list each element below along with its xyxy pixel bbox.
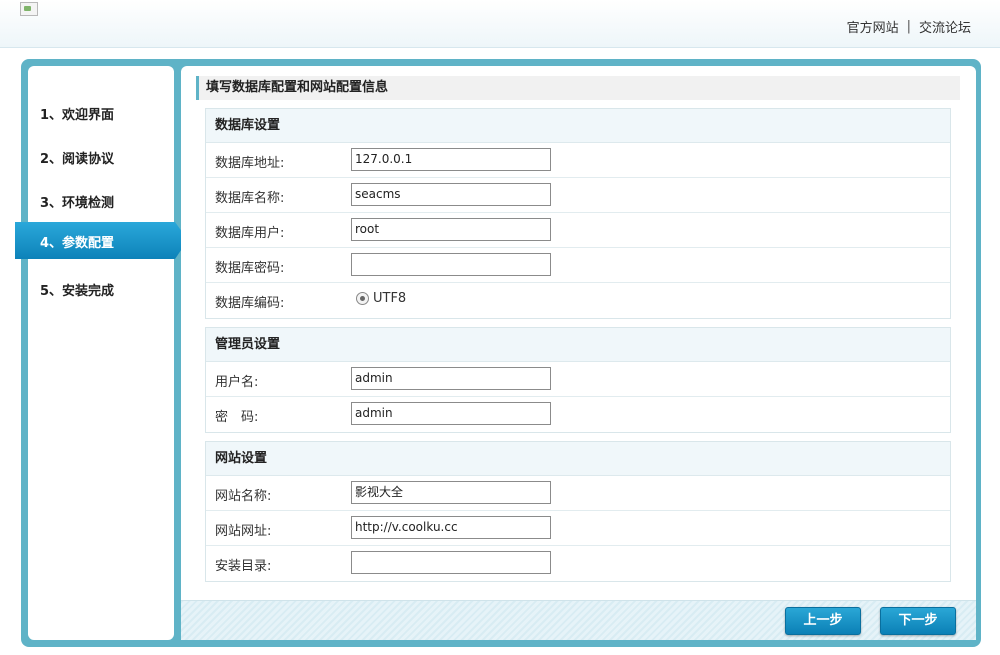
db-host-label: 数据库地址: <box>215 156 285 171</box>
step-complete: 5、安装完成 <box>40 284 115 299</box>
database-section: 数据库设置 数据库地址: 127.0.0.1 数据库名称: seacms 数据库… <box>205 108 951 319</box>
admin-section: 管理员设置 用户名: admin 密 码: admin <box>205 327 951 433</box>
site-section: 网站设置 网站名称: 影视大全 网站网址: http://v.coolku.cc… <box>205 441 951 582</box>
db-name-row: 数据库名称: seacms <box>206 178 950 213</box>
site-name-label: 网站名称: <box>215 489 272 504</box>
utf8-radio[interactable] <box>356 292 369 305</box>
step-agreement: 2、阅读协议 <box>40 152 115 167</box>
admin-username-input[interactable]: admin <box>351 367 551 390</box>
db-host-input[interactable]: 127.0.0.1 <box>351 148 551 171</box>
step-environment-check: 3、环境检测 <box>40 196 115 211</box>
db-host-row: 数据库地址: 127.0.0.1 <box>206 143 950 178</box>
install-dir-row: 安装目录: <box>206 546 950 581</box>
admin-username-label: 用户名: <box>215 375 259 390</box>
database-heading: 数据库设置 <box>206 109 950 143</box>
db-name-input[interactable]: seacms <box>351 183 551 206</box>
top-links: 官方网站 | 交流论坛 <box>847 17 971 36</box>
db-user-label: 数据库用户: <box>215 226 285 241</box>
db-user-row: 数据库用户: root <box>206 213 950 248</box>
site-url-input[interactable]: http://v.coolku.cc <box>351 516 551 539</box>
admin-password-row: 密 码: admin <box>206 397 950 432</box>
db-charset-label: 数据库编码: <box>215 296 285 311</box>
site-name-row: 网站名称: 影视大全 <box>206 476 950 511</box>
page-title: 填写数据库配置和网站配置信息 <box>196 76 960 100</box>
db-password-row: 数据库密码: <box>206 248 950 283</box>
site-heading: 网站设置 <box>206 442 950 476</box>
db-password-input[interactable] <box>351 253 551 276</box>
db-charset-row: 数据库编码: UTF8 <box>206 283 950 318</box>
top-header: 官方网站 | 交流论坛 <box>0 0 1000 48</box>
db-password-label: 数据库密码: <box>215 261 285 276</box>
step-config-active: 4、参数配置 <box>15 222 188 259</box>
link-separator: | <box>906 19 911 34</box>
step-welcome: 1、欢迎界面 <box>40 108 115 123</box>
db-name-label: 数据库名称: <box>215 191 285 206</box>
db-user-input[interactable]: root <box>351 218 551 241</box>
charset-radio-group: UTF8 <box>356 291 406 306</box>
install-dir-input[interactable] <box>351 551 551 574</box>
logo-image <box>20 2 38 16</box>
official-site-link[interactable]: 官方网站 <box>847 17 899 36</box>
site-url-row: 网站网址: http://v.coolku.cc <box>206 511 950 546</box>
site-url-label: 网站网址: <box>215 524 272 539</box>
next-step-button[interactable]: 下一步 <box>880 607 956 635</box>
admin-username-row: 用户名: admin <box>206 362 950 397</box>
step-config-label: 4、参数配置 <box>40 236 115 251</box>
admin-password-label: 密 码: <box>215 410 259 425</box>
prev-step-button[interactable]: 上一步 <box>785 607 861 635</box>
site-name-input[interactable]: 影视大全 <box>351 481 551 504</box>
admin-heading: 管理员设置 <box>206 328 950 362</box>
forum-link[interactable]: 交流论坛 <box>919 17 971 36</box>
utf8-radio-label: UTF8 <box>373 291 407 306</box>
admin-password-input[interactable]: admin <box>351 402 551 425</box>
install-dir-label: 安装目录: <box>215 559 272 574</box>
